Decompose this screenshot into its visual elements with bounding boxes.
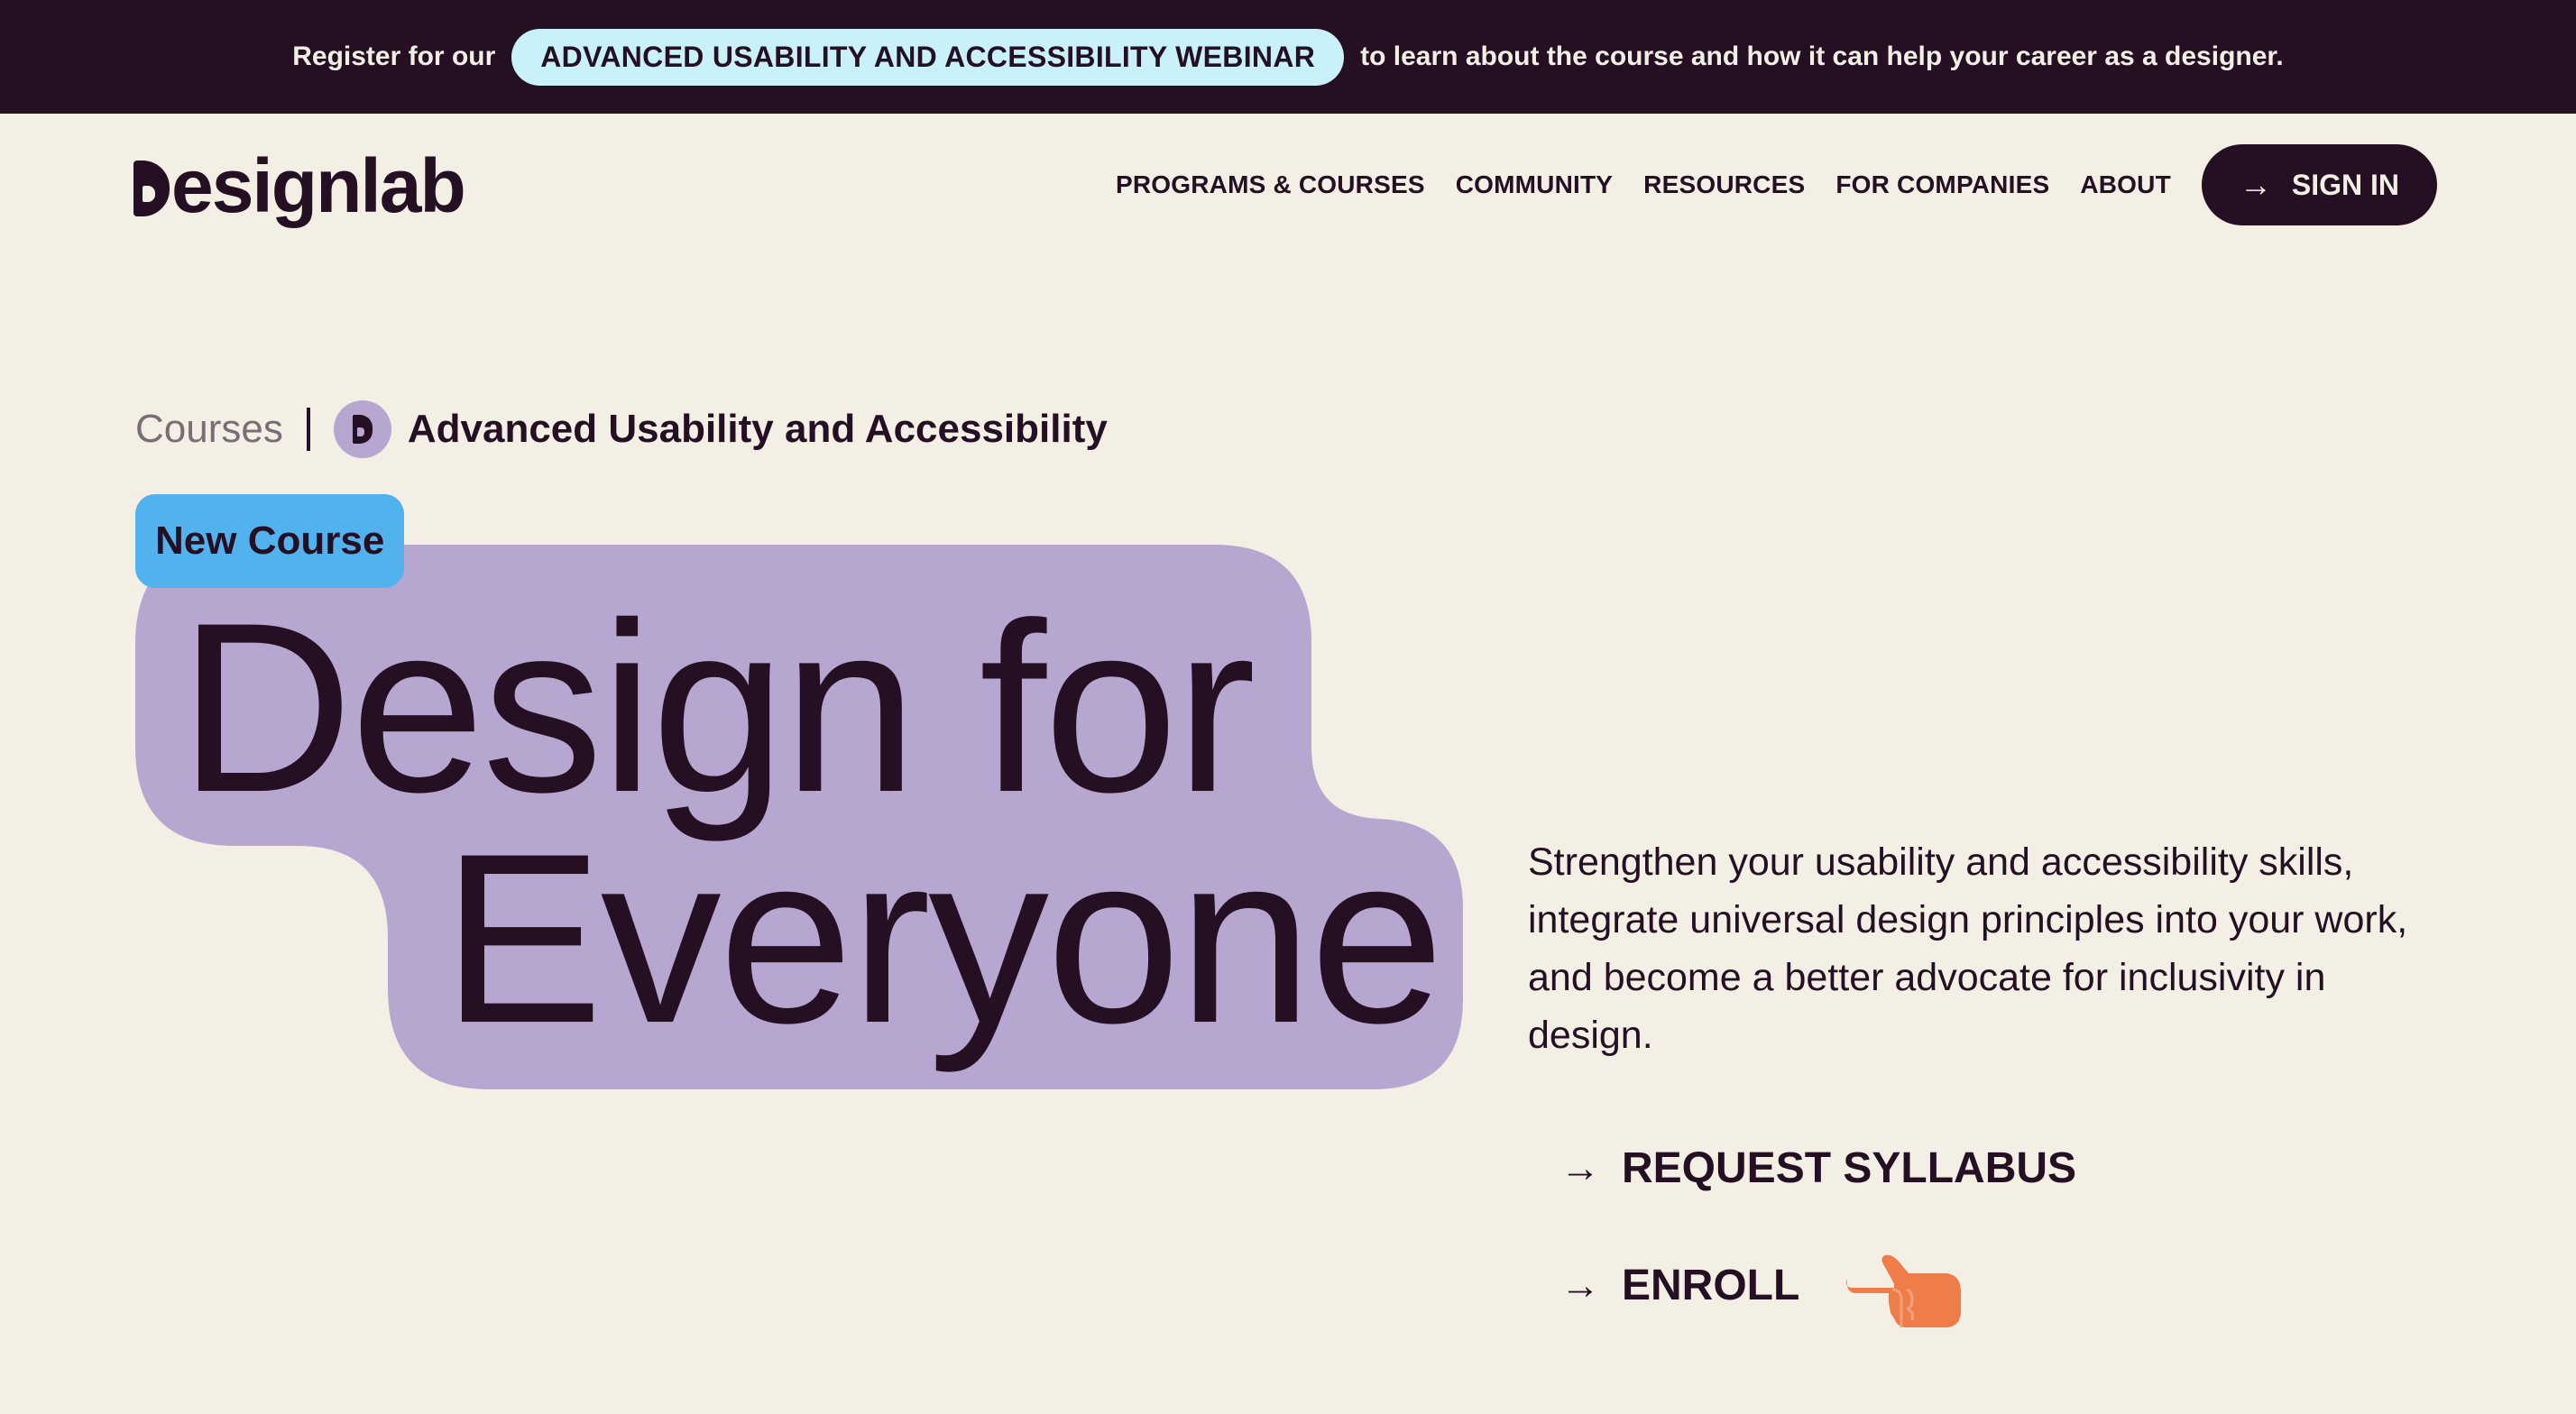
arrow-right-icon: → — [1560, 1262, 1600, 1308]
arrow-right-icon: → — [1560, 1145, 1600, 1190]
enroll-label: ENROLL — [1622, 1262, 1800, 1309]
hero-title-line1: Design for — [179, 572, 1256, 842]
request-syllabus-label: REQUEST SYLLABUS — [1622, 1144, 2077, 1192]
hero-title-line2: Everyone — [442, 803, 1444, 1073]
course-description: Strengthen your usability and accessibil… — [1528, 840, 2408, 1057]
enroll-link[interactable]: → ENROLL — [1560, 1261, 1799, 1310]
request-syllabus-link[interactable]: → REQUEST SYLLABUS — [1560, 1143, 2076, 1193]
pointing-hand-icon — [1845, 1254, 1961, 1327]
